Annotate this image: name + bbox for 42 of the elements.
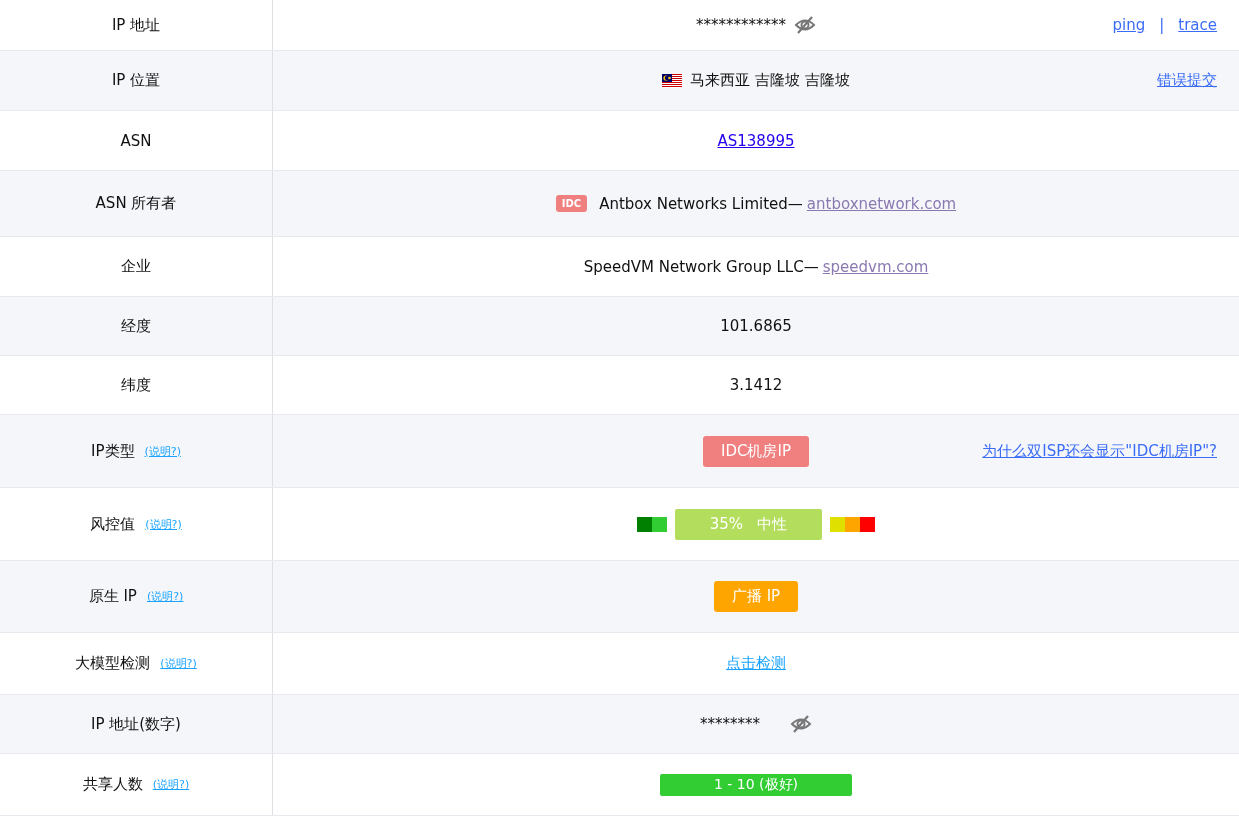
organization-name: Antbox Networks Limited—	[599, 194, 803, 213]
website-link[interactable]: antboxnetwork.com	[806, 194, 957, 213]
field-label: 经度	[121, 316, 151, 336]
ip-type-tag: IDC机房IP	[703, 435, 809, 467]
hidden-eye-icon[interactable]	[794, 15, 816, 35]
tool-link[interactable]: trace	[1178, 16, 1217, 34]
field-label: 共享人数	[82, 775, 143, 794]
asn-link[interactable]: AS138995	[717, 131, 795, 150]
field-label: 纬度	[121, 375, 151, 395]
field-label: 原生 IP	[88, 587, 137, 606]
masked-ip-text: ************	[696, 16, 786, 34]
organization-name: SpeedVM Network Group LLC—	[583, 257, 819, 276]
location-text: 马来西亚 吉隆坡 吉隆坡	[690, 71, 850, 90]
field-label: IP 位置	[111, 71, 161, 90]
ip-type-tag: 广播 IP	[713, 581, 799, 612]
idc-tag: IDC	[555, 195, 588, 212]
detect-link[interactable]: 点击检测	[726, 654, 786, 673]
sharing-level-bar: 1 - 10 (极好)	[660, 773, 852, 796]
field-label: 风控值	[90, 514, 136, 534]
field-label: 大模型检测	[75, 654, 151, 673]
field-label: IP 地址(数字)	[91, 714, 181, 734]
field-label: 企业	[121, 257, 151, 276]
coordinate-value: 3.1412	[729, 376, 783, 394]
field-label: IP 地址	[111, 15, 161, 35]
link-separator: |	[1159, 16, 1165, 34]
coordinate-value: 101.6865	[720, 317, 792, 335]
help-link[interactable]: (说明?)	[146, 589, 184, 604]
masked-ip-text: ********	[700, 715, 760, 733]
website-link[interactable]: speedvm.com	[822, 257, 929, 276]
risk-score-tag: 35% 中性	[674, 508, 823, 540]
help-link[interactable]: (说明?)	[145, 516, 182, 532]
field-label: ASN	[120, 131, 152, 150]
faq-link[interactable]: 为什么双ISP还会显示"IDC机房IP"?	[982, 441, 1217, 461]
help-link[interactable]: (说明?)	[152, 777, 190, 792]
tool-link[interactable]: ping	[1112, 16, 1146, 34]
field-label: IP类型	[91, 441, 135, 461]
help-link[interactable]: (说明?)	[160, 656, 197, 671]
malaysia-flag-icon	[662, 73, 683, 88]
hidden-eye-icon[interactable]	[790, 714, 812, 734]
report-error-link[interactable]: 错误提交	[1157, 71, 1217, 90]
help-link[interactable]: (说明?)	[144, 443, 181, 459]
field-label: ASN 所有者	[95, 194, 177, 213]
